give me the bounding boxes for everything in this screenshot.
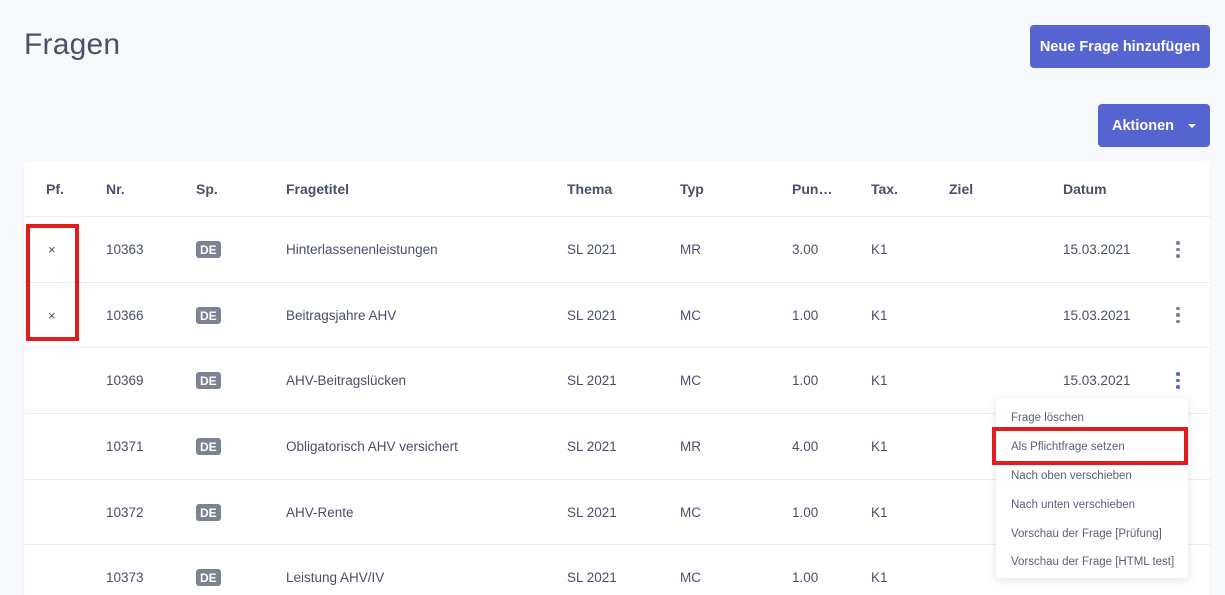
page-title: Fragen: [24, 28, 121, 61]
cell-sp: DE: [196, 546, 221, 595]
language-badge: DE: [196, 569, 221, 587]
column-header-title[interactable]: Fragetitel: [286, 162, 349, 216]
cell-tax: K1: [871, 438, 888, 454]
cell-title[interactable]: AHV-Beitragslücken: [286, 348, 406, 413]
column-header-thema[interactable]: Thema: [567, 162, 612, 216]
cell-thema: SL 2021: [567, 438, 617, 454]
actions-button-label: Aktionen: [1111, 117, 1175, 134]
cell-sp: DE: [196, 348, 221, 413]
cell-nr: 10373: [106, 570, 144, 586]
language-badge: DE: [196, 306, 221, 324]
cell-sp: DE: [196, 414, 221, 479]
cell-tax: K1: [871, 241, 888, 257]
cell-title[interactable]: Obligatorisch AHV versichert: [286, 414, 458, 479]
cell-sp: DE: [196, 480, 221, 545]
language-badge: DE: [196, 437, 221, 455]
cell-pf: ×: [46, 217, 56, 282]
kebab-dot: [1176, 385, 1180, 389]
cell-tax: K1: [871, 307, 888, 323]
cell-title[interactable]: Beitragsjahre AHV: [286, 283, 396, 348]
cell-punkte: 4.00: [792, 438, 819, 454]
kebab-vertical-icon[interactable]: [1170, 239, 1186, 260]
menu-item-set-mandatory[interactable]: Als Pflichtfrage setzen: [996, 433, 1188, 462]
kebab-dot: [1176, 372, 1180, 376]
menu-item-delete-question[interactable]: Frage löschen: [996, 404, 1188, 433]
column-header-typ[interactable]: Typ: [680, 162, 704, 216]
language-badge: DE: [196, 240, 221, 258]
menu-item-move-down[interactable]: Nach unten verschieben: [996, 490, 1188, 519]
cell-punkte: 1.00: [792, 504, 819, 520]
cell-nr: 10363: [106, 241, 144, 257]
language-badge: DE: [196, 372, 221, 390]
column-header-punkte[interactable]: Pun…: [792, 162, 832, 216]
cell-nr: 10372: [106, 504, 144, 520]
cell-typ: MC: [680, 570, 701, 586]
kebab-dot: [1176, 247, 1180, 252]
cell-typ: MR: [680, 438, 701, 454]
caret-down-icon: [1188, 123, 1197, 128]
add-question-button[interactable]: Neue Frage hinzufügen: [1030, 25, 1210, 68]
cell-thema: SL 2021: [567, 241, 617, 257]
cell-sp: DE: [196, 217, 221, 282]
cell-thema: SL 2021: [567, 504, 617, 520]
x-mark-icon: ×: [48, 241, 56, 257]
cell-typ: MC: [680, 373, 701, 389]
cell-typ: MC: [680, 307, 701, 323]
cell-actions: [1168, 283, 1188, 348]
column-header-ziel[interactable]: Ziel: [949, 162, 973, 216]
cell-pf: ×: [46, 283, 56, 348]
cell-nr: 10371: [106, 438, 144, 454]
menu-item-preview-html[interactable]: Vorschau der Frage [HTML test]: [996, 548, 1188, 577]
kebab-dot: [1176, 241, 1180, 245]
cell-datum: 15.03.2021: [1063, 241, 1131, 257]
actions-dropdown-button[interactable]: Aktionen: [1098, 104, 1210, 147]
cell-tax: K1: [871, 373, 888, 389]
column-header-sp[interactable]: Sp.: [196, 162, 218, 216]
table-row[interactable]: × DE 10363 Hinterlassenenleistungen SL 2021 M…: [24, 217, 1210, 283]
cell-thema: SL 2021: [567, 373, 617, 389]
kebab-vertical-icon[interactable]: [1170, 305, 1186, 326]
cell-title[interactable]: Hinterlassenenleistungen: [286, 217, 438, 282]
cell-punkte: 1.00: [792, 373, 819, 389]
cell-nr: 10369: [106, 373, 144, 389]
cell-thema: SL 2021: [567, 570, 617, 586]
cell-title[interactable]: Leistung AHV/IV: [286, 546, 384, 595]
cell-tax: K1: [871, 570, 888, 586]
cell-title[interactable]: AHV-Rente: [286, 480, 354, 545]
column-header-datum[interactable]: Datum: [1063, 162, 1107, 216]
column-header-nr[interactable]: Nr.: [106, 162, 125, 216]
menu-item-preview-exam[interactable]: Vorschau der Frage [Prüfung]: [996, 519, 1188, 548]
cell-punkte: 1.00: [792, 307, 819, 323]
kebab-dot: [1176, 313, 1180, 317]
x-mark-icon: ×: [48, 307, 56, 323]
cell-tax: K1: [871, 504, 888, 520]
kebab-dot: [1176, 254, 1180, 258]
kebab-dot: [1176, 378, 1180, 383]
column-header-pf[interactable]: Pf.: [46, 162, 64, 216]
cell-actions: [1168, 217, 1188, 282]
column-header-tax[interactable]: Tax.: [871, 162, 898, 216]
cell-datum: 15.03.2021: [1063, 307, 1131, 323]
cell-sp: DE: [196, 283, 221, 348]
cell-nr: 10366: [106, 307, 144, 323]
cell-punkte: 1.00: [792, 570, 819, 586]
kebab-dot: [1176, 319, 1180, 324]
row-context-menu: Frage löschen Als Pflichtfrage setzen Na…: [996, 398, 1188, 578]
menu-item-move-up[interactable]: Nach oben verschieben: [996, 462, 1188, 491]
cell-punkte: 3.00: [792, 241, 819, 257]
cell-typ: MR: [680, 241, 701, 257]
table-header: Pf. Nr. Sp. Fragetitel Thema Typ Pun… Ta…: [24, 162, 1210, 217]
language-badge: DE: [196, 503, 221, 521]
table-row[interactable]: × DE 10366 Beitragsjahre AHV SL 2021 MC 1.00 K1…: [24, 283, 1210, 349]
kebab-dot: [1176, 306, 1180, 311]
cell-typ: MC: [680, 504, 701, 520]
cell-thema: SL 2021: [567, 307, 617, 323]
kebab-vertical-icon[interactable]: [1170, 370, 1186, 391]
